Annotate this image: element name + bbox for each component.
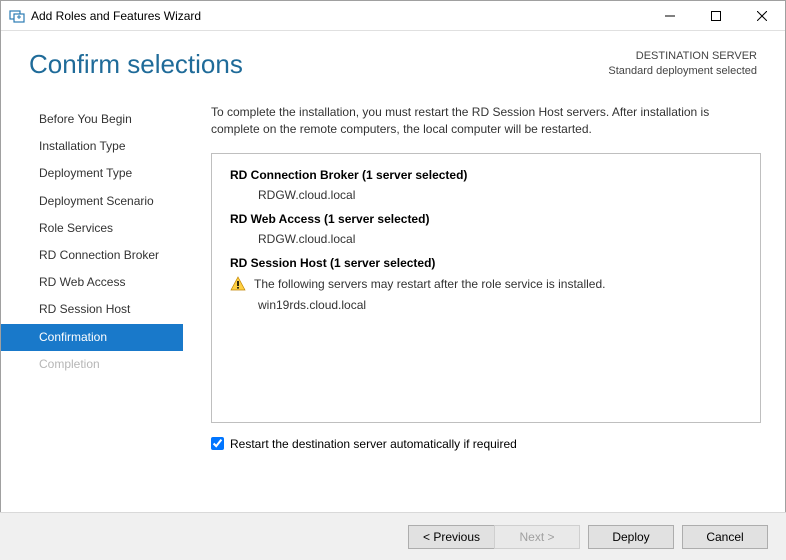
sidebar-item-installation-type[interactable]: Installation Type bbox=[1, 133, 183, 160]
destination-info: DESTINATION SERVER Standard deployment s… bbox=[608, 49, 757, 79]
window-title: Add Roles and Features Wizard bbox=[31, 9, 201, 23]
sidebar-item-rd-session-host[interactable]: RD Session Host bbox=[1, 296, 183, 323]
sidebar: Before You Begin Installation Type Deplo… bbox=[1, 98, 183, 451]
instruction-text: To complete the installation, you must r… bbox=[211, 104, 761, 139]
server-name: win19rds.cloud.local bbox=[230, 298, 742, 312]
sidebar-item-rd-connection-broker[interactable]: RD Connection Broker bbox=[1, 242, 183, 269]
selections-panel: RD Connection Broker (1 server selected)… bbox=[211, 153, 761, 423]
sidebar-item-deployment-scenario[interactable]: Deployment Scenario bbox=[1, 188, 183, 215]
role-heading: RD Web Access (1 server selected) bbox=[230, 212, 742, 226]
next-button: Next > bbox=[494, 525, 580, 549]
role-heading: RD Session Host (1 server selected) bbox=[230, 256, 742, 270]
sidebar-item-confirmation[interactable]: Confirmation bbox=[1, 324, 183, 351]
sidebar-item-role-services[interactable]: Role Services bbox=[1, 215, 183, 242]
previous-button[interactable]: < Previous bbox=[408, 525, 494, 549]
app-icon bbox=[9, 8, 25, 24]
sidebar-item-completion: Completion bbox=[1, 351, 183, 378]
destination-label: DESTINATION SERVER bbox=[608, 49, 757, 64]
button-bar: < Previous Next > Deploy Cancel bbox=[0, 512, 786, 560]
content-area: To complete the installation, you must r… bbox=[183, 98, 785, 451]
titlebar: Add Roles and Features Wizard bbox=[1, 1, 785, 31]
warning-icon bbox=[230, 276, 246, 292]
cancel-button[interactable]: Cancel bbox=[682, 525, 768, 549]
header: Confirm selections DESTINATION SERVER St… bbox=[1, 31, 785, 88]
server-name: RDGW.cloud.local bbox=[230, 188, 742, 202]
server-name: RDGW.cloud.local bbox=[230, 232, 742, 246]
destination-value: Standard deployment selected bbox=[608, 64, 757, 79]
minimize-button[interactable] bbox=[647, 1, 693, 31]
restart-checkbox-label: Restart the destination server automatic… bbox=[230, 437, 517, 451]
page-title: Confirm selections bbox=[29, 49, 243, 80]
deploy-button[interactable]: Deploy bbox=[588, 525, 674, 549]
restart-checkbox[interactable] bbox=[211, 437, 224, 450]
maximize-button[interactable] bbox=[693, 1, 739, 31]
sidebar-item-deployment-type[interactable]: Deployment Type bbox=[1, 160, 183, 187]
warning-row: The following servers may restart after … bbox=[230, 276, 742, 292]
warning-text: The following servers may restart after … bbox=[254, 277, 605, 291]
role-heading: RD Connection Broker (1 server selected) bbox=[230, 168, 742, 182]
close-button[interactable] bbox=[739, 1, 785, 31]
restart-checkbox-row[interactable]: Restart the destination server automatic… bbox=[211, 437, 761, 451]
sidebar-item-before-you-begin[interactable]: Before You Begin bbox=[1, 106, 183, 133]
sidebar-item-rd-web-access[interactable]: RD Web Access bbox=[1, 269, 183, 296]
